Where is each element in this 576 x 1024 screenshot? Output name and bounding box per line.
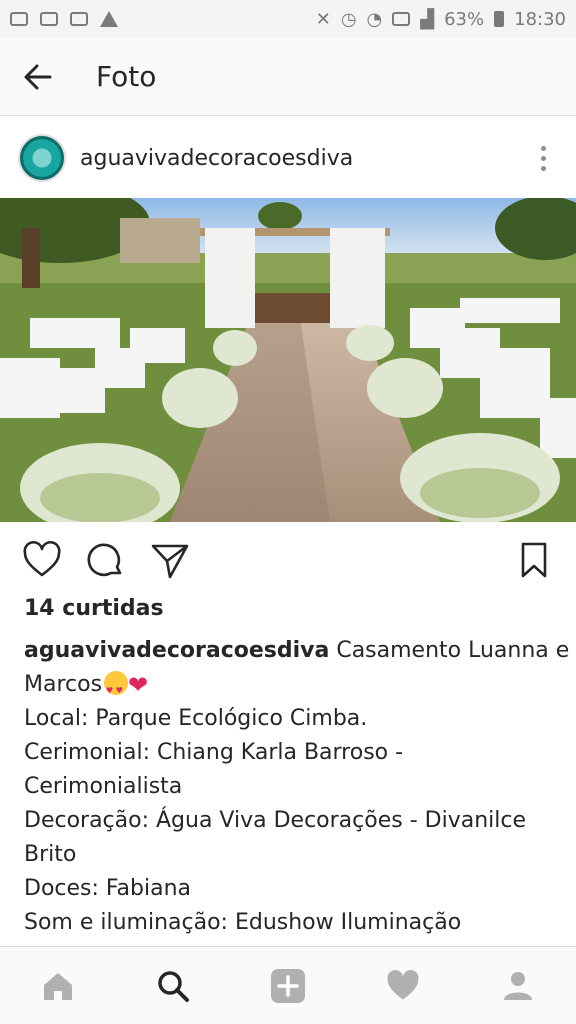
post-header: aguavivadecoracoesdiva <box>0 118 576 198</box>
nav-activity[interactable] <box>373 956 433 1016</box>
nav-search[interactable] <box>143 956 203 1016</box>
caption-text: Marcos <box>24 672 103 697</box>
arrow-left-icon <box>24 64 52 89</box>
red-heart-emoji-icon: ❤ <box>128 671 149 699</box>
back-button[interactable] <box>0 38 76 116</box>
wifi-icon: ◔ <box>366 8 383 30</box>
post-photo[interactable] <box>0 198 576 522</box>
search-icon <box>158 970 189 1002</box>
warning-icon <box>100 11 118 27</box>
signal-icon: ▟ <box>420 8 435 30</box>
caption-line: Local: Parque Ecológico Cimba. <box>24 706 368 731</box>
caption-line: Marcos ❤ <box>24 668 554 708</box>
post-caption: aguavivadecoracoesdiva Casamento Luanna … <box>24 634 569 940</box>
caption-username[interactable]: aguavivadecoracoesdiva <box>24 638 329 663</box>
more-options-button[interactable] <box>528 138 558 178</box>
caption-line: aguavivadecoracoesdiva Casamento Luanna … <box>24 634 569 668</box>
bookmark-icon <box>521 542 547 578</box>
likes-count[interactable]: 14 curtidas <box>24 596 164 621</box>
caption-line: Som e iluminação: Edushow Iluminação <box>24 910 462 935</box>
share-button[interactable] <box>148 538 192 582</box>
more-dot <box>540 165 546 171</box>
voicemail-icon <box>70 12 88 26</box>
app-bar: Foto <box>0 38 576 116</box>
caption-line: Decoração: Água Viva Decorações - Divani… <box>24 808 526 833</box>
caption-text: Casamento Luanna e <box>336 638 570 663</box>
sim-icon <box>392 12 411 26</box>
nav-profile[interactable] <box>488 956 548 1016</box>
nav-add[interactable] <box>258 956 318 1016</box>
send-icon <box>151 544 189 579</box>
heart-outline-icon <box>23 540 61 577</box>
caption-line: Doces: Fabiana <box>24 876 191 901</box>
battery-icon <box>494 11 505 27</box>
activity-heart-icon <box>387 969 419 999</box>
save-button[interactable] <box>512 538 556 582</box>
post-actions <box>0 534 576 586</box>
more-vertical-icon <box>540 145 546 151</box>
home-icon <box>43 972 72 1000</box>
more-dot <box>540 155 546 161</box>
comment-icon <box>87 543 122 577</box>
nav-home[interactable] <box>28 956 88 1016</box>
clock: 18:30 <box>514 8 566 30</box>
wedding-ceremony-photo <box>0 198 576 522</box>
voicemail-icon <box>40 12 58 26</box>
comment-button[interactable] <box>84 538 128 582</box>
notification-icon <box>10 12 28 26</box>
alarm-icon: ◷ <box>340 8 357 30</box>
battery-percent: 63% <box>444 8 485 30</box>
bottom-navigation <box>0 946 576 1024</box>
heart-eyes-emoji-icon <box>104 671 129 708</box>
status-bar: ✕ ◷ ◔ ▟ 63% 18:30 <box>0 0 576 38</box>
post-username[interactable]: aguavivadecoracoesdiva <box>80 146 353 171</box>
profile-icon <box>504 971 533 1000</box>
caption-line: Brito <box>24 842 77 867</box>
add-icon <box>270 968 305 1003</box>
avatar[interactable] <box>18 134 66 182</box>
like-button[interactable] <box>20 538 64 582</box>
mute-icon: ✕ <box>315 8 331 30</box>
caption-line: Cerimonialista <box>24 774 183 799</box>
caption-line: Cerimonial: Chiang Karla Barroso - <box>24 740 404 765</box>
page-title: Foto <box>96 60 157 93</box>
